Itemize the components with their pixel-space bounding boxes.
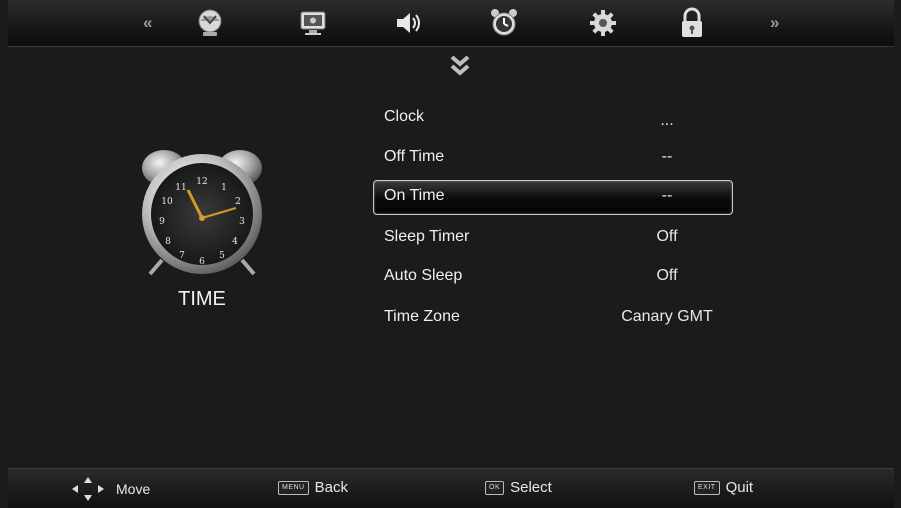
gear-icon[interactable] — [585, 5, 621, 41]
sound-icon[interactable] — [390, 5, 426, 41]
screen-settings-icon[interactable] — [295, 5, 331, 41]
bottom-hint-bar: Move MENU Back OK Select EXIT Quit — [8, 468, 894, 508]
chevron-down-icon — [450, 55, 470, 76]
page-title: TIME — [178, 288, 226, 310]
hint-label: Move — [116, 481, 151, 497]
menu-key-icon: MENU — [278, 480, 309, 495]
hint-label: Back — [314, 479, 348, 496]
top-menu-bar: « » — [8, 0, 894, 47]
navigation-arrows-icon — [72, 477, 104, 501]
hint-quit: EXIT Quit — [694, 479, 753, 496]
alarm-clock-logo-icon: 12 1 2 3 4 5 6 7 8 9 10 11 — [142, 150, 262, 276]
menu-value: Canary GMT — [621, 308, 713, 325]
menu-value: -- — [661, 187, 673, 204]
hint-move: Move — [68, 475, 150, 503]
menu-value: Off — [656, 267, 678, 284]
menu-value: -- — [661, 148, 673, 165]
clock-number: 8 — [165, 237, 171, 247]
menu-label: Time Zone — [384, 308, 460, 325]
clock-number: 6 — [199, 257, 205, 267]
menu-label: Auto Sleep — [384, 267, 463, 284]
clock-number: 2 — [235, 197, 241, 207]
menu-value: Off — [656, 228, 678, 245]
menu-label: Clock — [384, 108, 425, 125]
clock-number: 11 — [175, 183, 186, 193]
hint-back: MENU Back — [278, 479, 348, 496]
clock-number: 5 — [219, 251, 225, 261]
clock-number: 4 — [232, 237, 238, 247]
clock-number: 9 — [159, 217, 165, 227]
tv-osd-screen: « » 12 1 2 3 4 5 6 7 8 9 10 11 TIME Cloc… — [0, 0, 901, 508]
menu-value: ... — [660, 112, 674, 129]
menu-label: Off Time — [384, 148, 445, 165]
ok-key-icon: OK — [485, 480, 505, 495]
clock-number: 3 — [239, 217, 245, 227]
lock-icon[interactable] — [674, 5, 710, 41]
picture-mode-icon[interactable] — [192, 5, 228, 41]
clock-number: 10 — [161, 197, 173, 207]
menu-label: Sleep Timer — [384, 228, 470, 245]
hint-select: OK Select — [485, 479, 552, 496]
alarm-clock-icon[interactable] — [486, 5, 522, 41]
clock-number: 1 — [221, 183, 227, 193]
hint-label: Select — [510, 479, 552, 496]
clock-number: 12 — [196, 177, 207, 187]
exit-key-icon: EXIT — [694, 480, 720, 495]
prev-double-arrow-icon[interactable]: « — [143, 13, 153, 33]
next-double-arrow-icon[interactable]: » — [770, 13, 780, 33]
hint-label: Quit — [725, 479, 754, 496]
clock-number: 7 — [179, 251, 185, 261]
menu-label: On Time — [384, 187, 445, 204]
